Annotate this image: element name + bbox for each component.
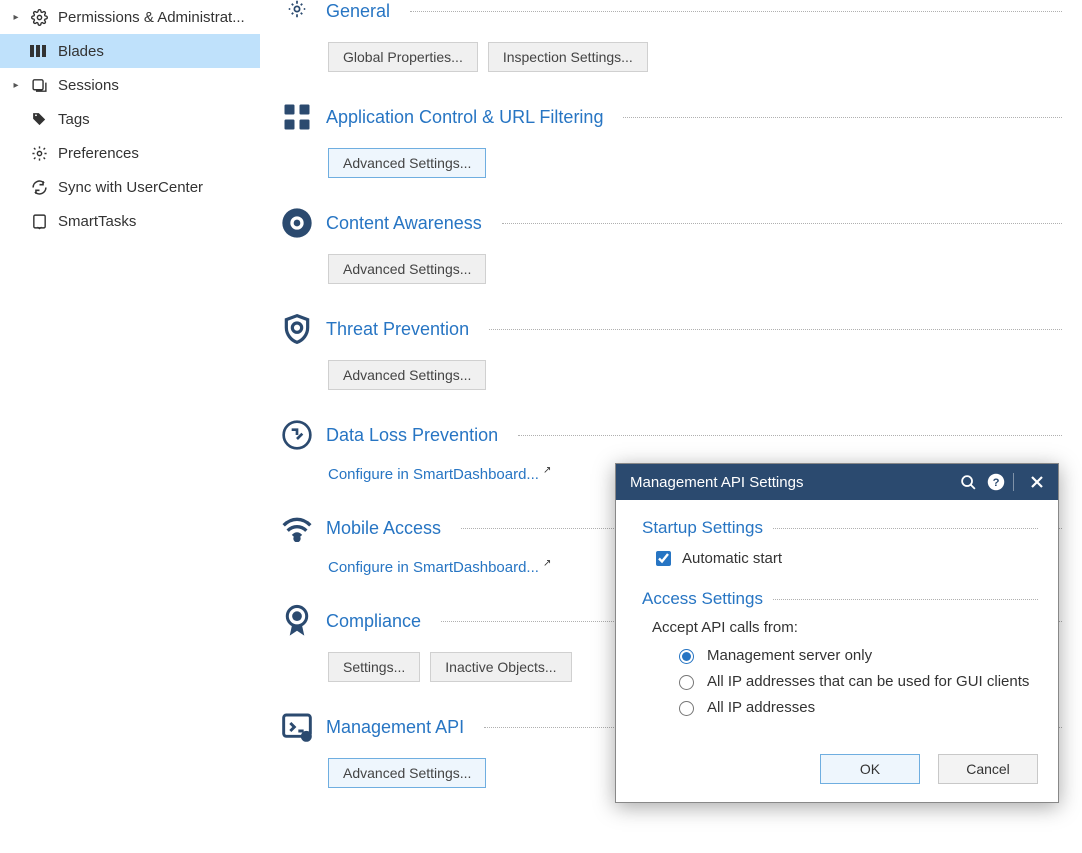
section-title: Management API (326, 717, 464, 738)
dlp-icon (280, 418, 314, 452)
general-icon (280, 0, 314, 28)
help-icon[interactable]: ? (985, 471, 1007, 493)
section-app-control: Application Control & URL Filtering Adva… (280, 100, 1062, 178)
sidebar-item-preferences[interactable]: Preferences (0, 136, 260, 170)
gear-icon (30, 144, 48, 162)
section-title: Threat Prevention (326, 319, 469, 340)
automatic-start-input[interactable] (656, 551, 671, 566)
settings-button[interactable]: Settings... (328, 652, 420, 682)
gear-icon (30, 8, 48, 26)
section-title: Mobile Access (326, 518, 441, 539)
section-title: Application Control & URL Filtering (326, 107, 603, 128)
external-link-icon: ↗ (543, 558, 551, 569)
sidebar-label: Sync with UserCenter (58, 179, 203, 196)
management-api-settings-dialog: Management API Settings ? Startup Settin… (615, 463, 1059, 803)
accept-from-label: Accept API calls from: (652, 619, 1038, 636)
radio-all-ips[interactable]: All IP addresses (674, 698, 1038, 716)
tag-icon (30, 110, 48, 128)
access-section-title: Access Settings (642, 589, 763, 609)
wifi-icon (280, 511, 314, 545)
sidebar-label: Preferences (58, 145, 139, 162)
sidebar-label: Tags (58, 111, 90, 128)
advanced-settings-button[interactable]: Advanced Settings... (328, 148, 486, 178)
sidebar-label: SmartTasks (58, 213, 136, 230)
close-icon[interactable] (1026, 471, 1048, 493)
inspection-settings-button[interactable]: Inspection Settings... (488, 42, 648, 72)
section-threat-prevention: Threat Prevention Advanced Settings... (280, 312, 1062, 390)
configure-smartdashboard-link[interactable]: Configure in SmartDashboard... ↗ (328, 466, 551, 483)
chevron-right-icon: ▸ (12, 12, 20, 23)
sidebar-item-sessions[interactable]: ▸ Sessions (0, 68, 260, 102)
inactive-objects-button[interactable]: Inactive Objects... (430, 652, 571, 682)
sidebar: ▸ Permissions & Administrat... Blades ▸ … (0, 0, 260, 853)
dialog-title: Management API Settings (630, 474, 803, 491)
grid-icon (280, 100, 314, 134)
advanced-settings-button[interactable]: Advanced Settings... (328, 758, 486, 788)
sync-icon (30, 178, 48, 196)
section-general: General Global Properties... Inspection … (280, 0, 1062, 72)
sidebar-item-smarttasks[interactable]: SmartTasks (0, 204, 260, 238)
advanced-settings-button[interactable]: Advanced Settings... (328, 360, 486, 390)
startup-section-title: Startup Settings (642, 518, 763, 538)
award-icon (280, 604, 314, 638)
section-title: General (326, 1, 390, 22)
radio-mgmt-only[interactable]: Management server only (674, 646, 1038, 664)
section-content-awareness: Content Awareness Advanced Settings... (280, 206, 1062, 284)
ok-button[interactable]: OK (820, 754, 920, 784)
terminal-icon (280, 710, 314, 744)
shield-icon (280, 312, 314, 346)
advanced-settings-button[interactable]: Advanced Settings... (328, 254, 486, 284)
global-properties-button[interactable]: Global Properties... (328, 42, 478, 72)
configure-smartdashboard-link[interactable]: Configure in SmartDashboard... ↗ (328, 559, 551, 576)
external-link-icon: ↗ (543, 465, 551, 476)
search-icon[interactable] (957, 471, 979, 493)
sidebar-label: Permissions & Administrat... (58, 9, 245, 26)
sidebar-item-blades[interactable]: Blades (0, 34, 260, 68)
sessions-icon (30, 76, 48, 94)
cancel-button[interactable]: Cancel (938, 754, 1038, 784)
section-title: Compliance (326, 611, 421, 632)
blades-icon (30, 42, 48, 60)
eye-circle-icon (280, 206, 314, 240)
sidebar-label: Blades (58, 43, 104, 60)
automatic-start-checkbox[interactable]: Automatic start (652, 548, 1038, 569)
sidebar-item-sync[interactable]: Sync with UserCenter (0, 170, 260, 204)
svg-text:?: ? (993, 477, 1000, 489)
section-title: Content Awareness (326, 213, 482, 234)
chevron-right-icon: ▸ (12, 80, 20, 91)
sidebar-label: Sessions (58, 77, 119, 94)
sidebar-item-tags[interactable]: Tags (0, 102, 260, 136)
sidebar-item-permissions[interactable]: ▸ Permissions & Administrat... (0, 0, 260, 34)
radio-gui-clients[interactable]: All IP addresses that can be used for GU… (674, 672, 1038, 690)
dialog-titlebar[interactable]: Management API Settings ? (616, 464, 1058, 500)
smarttasks-icon (30, 212, 48, 230)
section-title: Data Loss Prevention (326, 425, 498, 446)
